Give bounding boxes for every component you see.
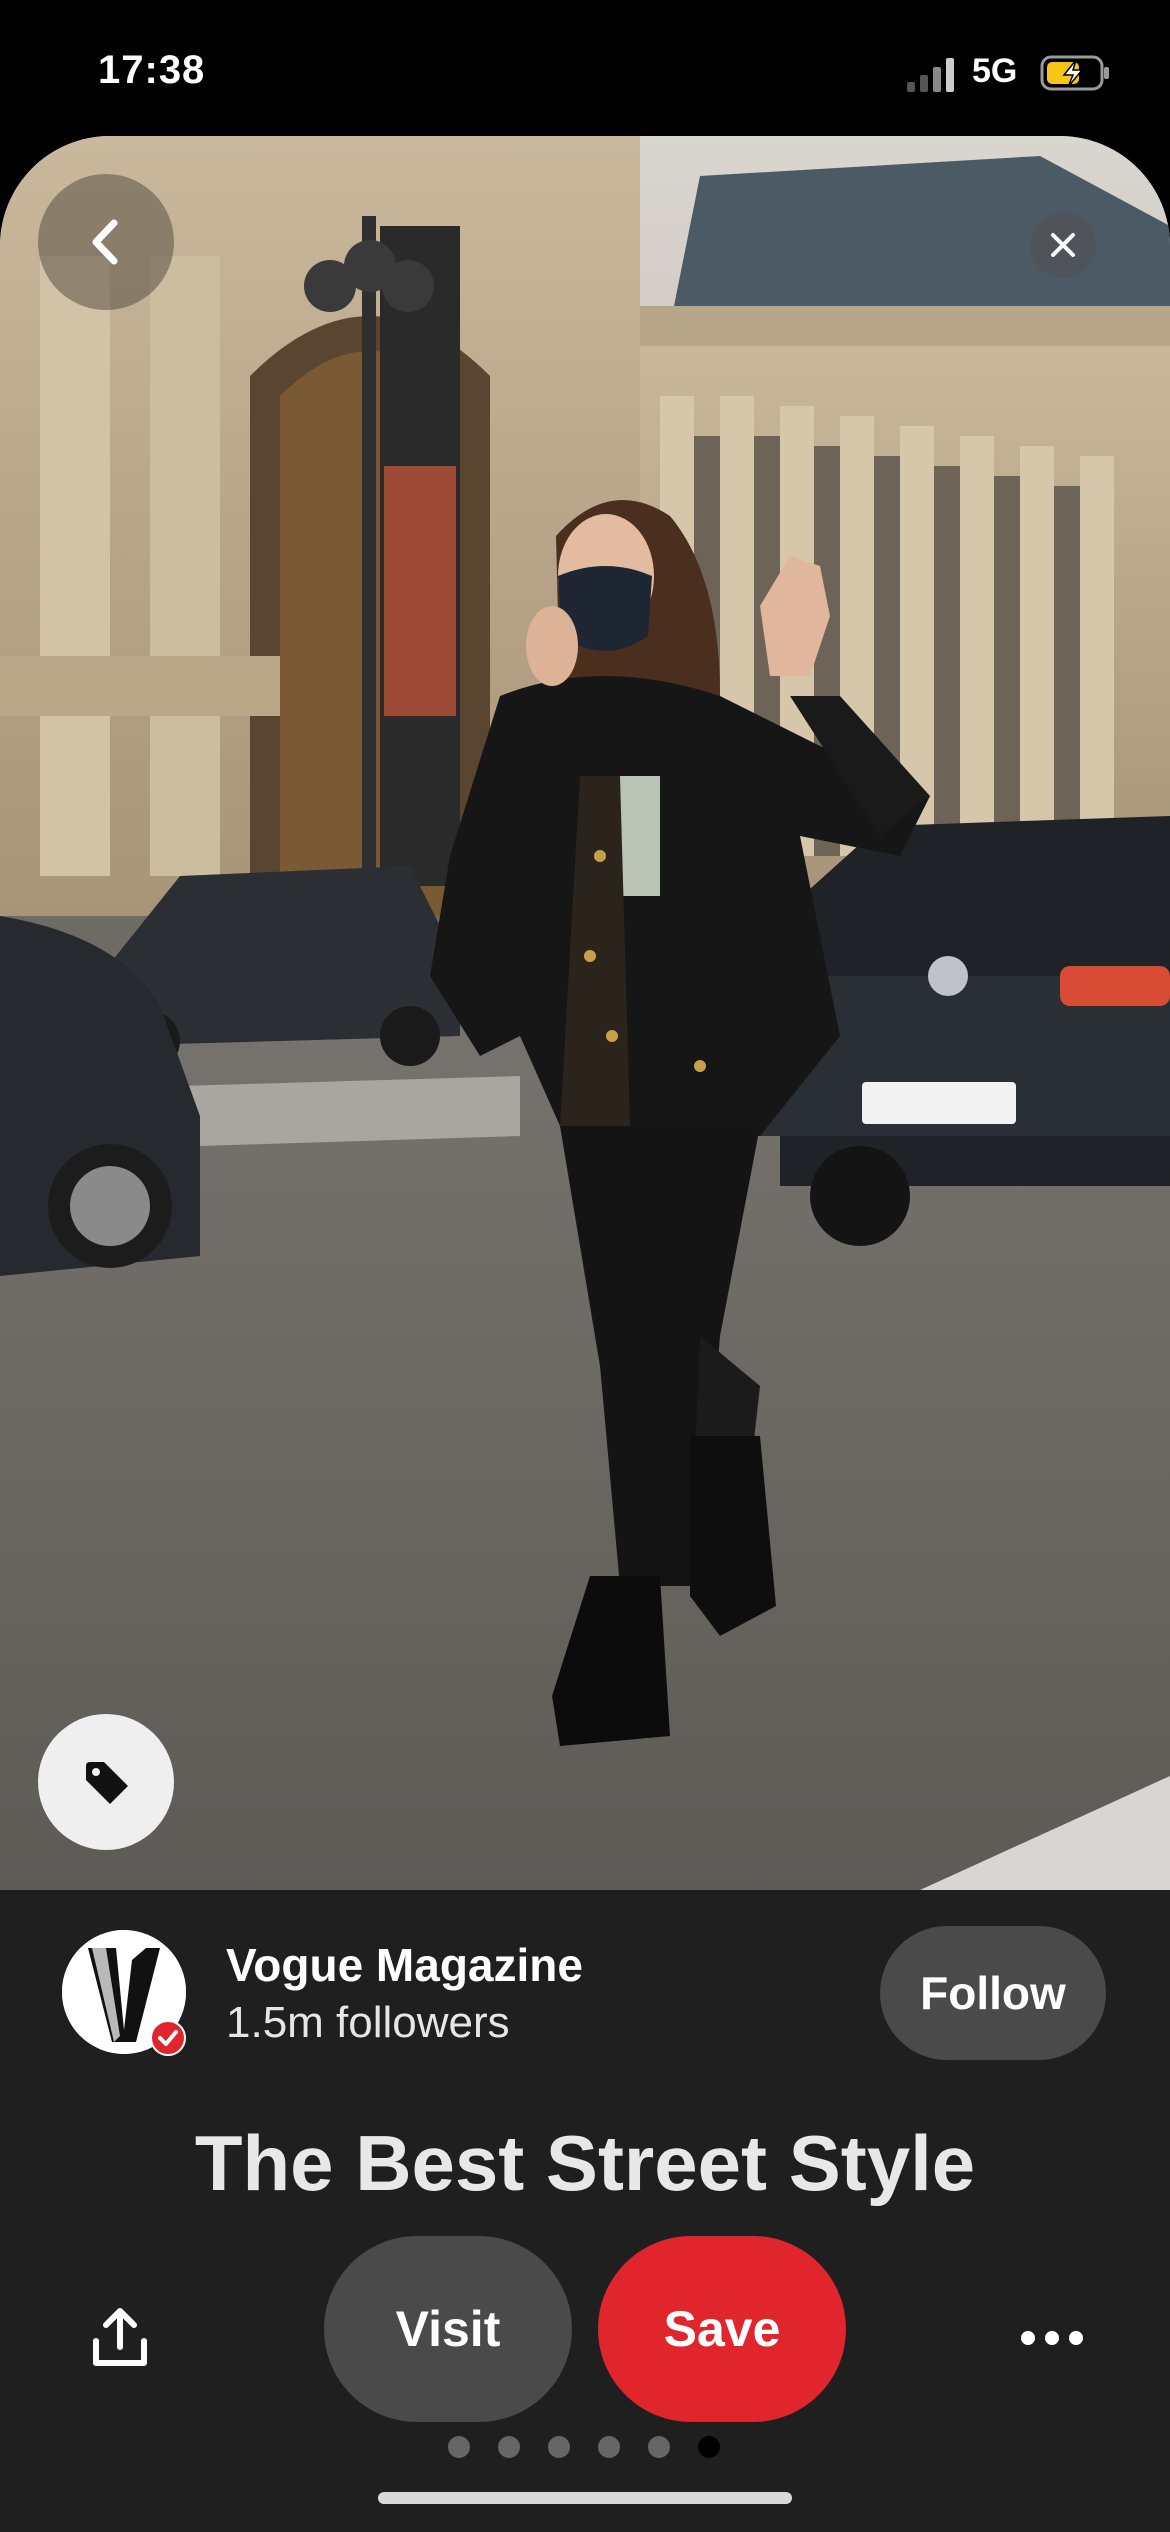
signal-icon [907, 58, 954, 92]
pin-title: The Best Street Style [194, 2119, 976, 2207]
follow-button[interactable]: Follow [880, 1926, 1106, 2060]
verified-badge-icon [150, 2020, 186, 2056]
more-horizontal-icon [1021, 2331, 1083, 2345]
page-dot [598, 2436, 620, 2458]
chevron-left-icon [92, 219, 118, 265]
page-dot-active [698, 2436, 720, 2458]
battery-charging-icon [1040, 55, 1109, 91]
close-button[interactable] [1030, 212, 1096, 278]
network-label: 5G [972, 52, 1018, 90]
profile-name[interactable]: Vogue Magazine [226, 1938, 583, 1992]
follower-count: 1.5m followers [226, 1998, 510, 2047]
more-options-button[interactable] [1006, 2300, 1098, 2376]
share-icon [93, 2308, 147, 2366]
status-time: 17:38 [98, 48, 206, 92]
shop-tag-button[interactable] [38, 1714, 174, 1850]
pin-image[interactable] [0, 136, 1170, 1890]
tag-icon [86, 1762, 128, 1804]
home-indicator [378, 2492, 792, 2504]
visit-button[interactable]: Visit [324, 2236, 572, 2422]
page-dot [648, 2436, 670, 2458]
share-button[interactable] [78, 2296, 162, 2380]
close-icon [1051, 233, 1075, 257]
page-dot [548, 2436, 570, 2458]
page-dot [448, 2436, 470, 2458]
carousel-indicator [448, 2436, 720, 2460]
save-button[interactable]: Save [598, 2236, 846, 2422]
status-bar: 17:38 5G [0, 0, 1170, 140]
page-dot [498, 2436, 520, 2458]
back-button[interactable] [38, 174, 174, 310]
street-style-photo [0, 136, 1170, 1890]
